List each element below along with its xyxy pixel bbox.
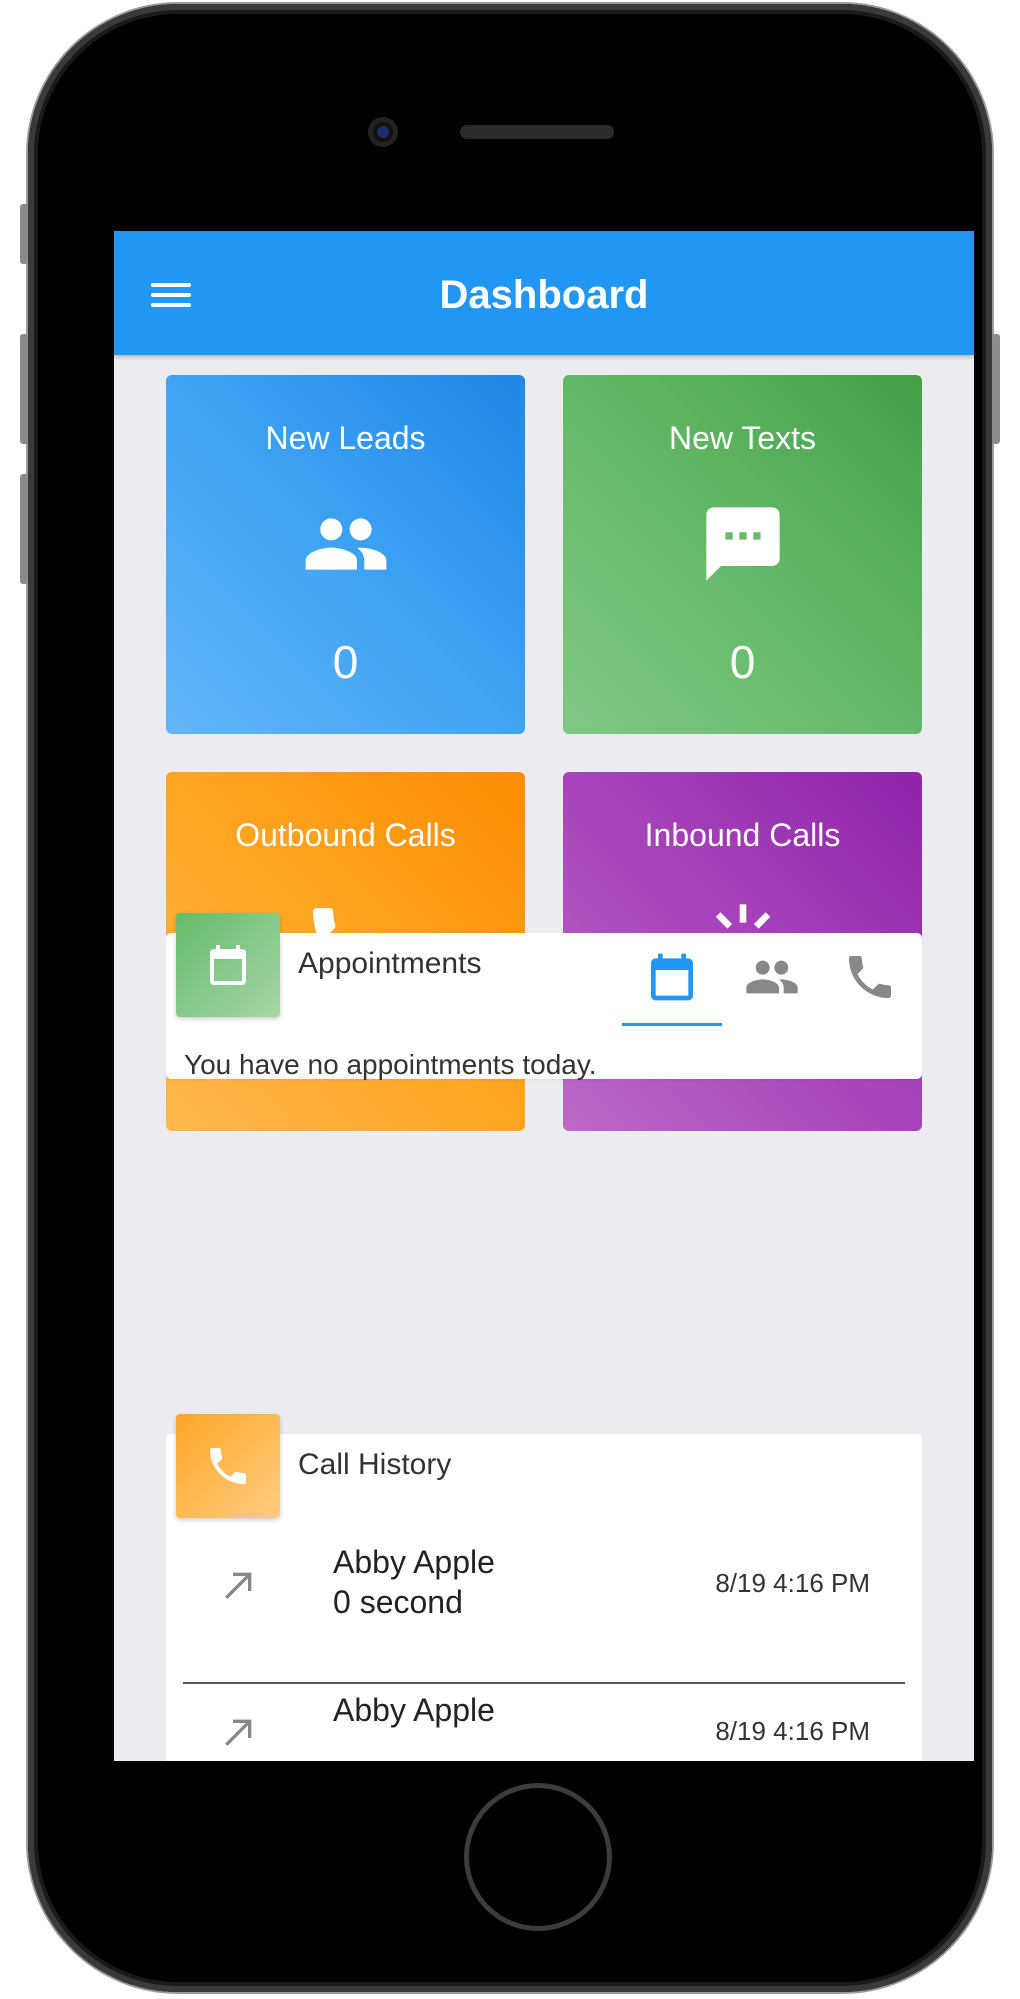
tile-count: 0: [729, 636, 756, 688]
tile-label: New Texts: [668, 420, 816, 456]
phone-icon[interactable]: [842, 949, 898, 1005]
call-timestamp: 8/19 4:16 PM: [715, 1716, 870, 1746]
people-icon: [305, 518, 387, 570]
card-title: Appointments: [298, 947, 482, 980]
caller-name: Abby Apple: [333, 1692, 495, 1728]
page-title: Dashboard: [439, 273, 649, 317]
appointments-card: Appointments You have no appointments to…: [166, 913, 922, 1080]
chat-bubble-icon: [706, 507, 780, 581]
phone-badge: [176, 1414, 280, 1518]
mute-switch: [20, 204, 28, 264]
tile-label: New Leads: [265, 420, 426, 456]
volume-up-button: [20, 334, 28, 444]
outbound-arrow-icon: [225, 1572, 252, 1599]
call-history-row[interactable]: Abby Apple 0 second 8/19 4:16 PM: [166, 1534, 922, 1684]
phone-icon: [210, 1448, 246, 1484]
call-timestamp: 8/19 4:16 PM: [715, 1568, 870, 1598]
front-camera: [368, 117, 398, 147]
home-button[interactable]: [464, 1783, 612, 1931]
call-history-card: Call History Abby Apple 0 second 8/19 4:…: [166, 1414, 922, 1761]
earpiece-speaker: [460, 125, 614, 139]
call-duration: 0 second: [333, 1584, 463, 1620]
active-tab-indicator: [622, 1023, 722, 1026]
no-appointments-message: You have no appointments today.: [184, 1049, 597, 1080]
outbound-arrow-icon: [225, 1719, 252, 1746]
app-screen: Dashboard New Leads 0 New Texts 0 Outbou…: [114, 231, 974, 1761]
volume-down-button: [20, 474, 28, 584]
calendar-badge: [176, 913, 280, 1017]
new-leads-tile[interactable]: New Leads 0: [166, 375, 525, 734]
tile-label: Outbound Calls: [235, 817, 456, 853]
caller-name: Abby Apple: [333, 1544, 495, 1580]
tile-label: Inbound Calls: [644, 817, 841, 853]
phone-frame: Dashboard New Leads 0 New Texts 0 Outbou…: [20, 4, 1000, 1992]
call-history-row[interactable]: Abby Apple 8/19 4:16 PM: [166, 1684, 922, 1761]
calendar-icon: [210, 945, 246, 985]
new-texts-tile[interactable]: New Texts 0: [563, 375, 922, 734]
people-icon[interactable]: [744, 949, 800, 1005]
calendar-icon[interactable]: [644, 949, 700, 1005]
power-button: [992, 334, 1000, 444]
tile-count: 0: [332, 636, 359, 688]
card-title: Call History: [298, 1448, 452, 1481]
app-bar: Dashboard: [114, 231, 974, 355]
